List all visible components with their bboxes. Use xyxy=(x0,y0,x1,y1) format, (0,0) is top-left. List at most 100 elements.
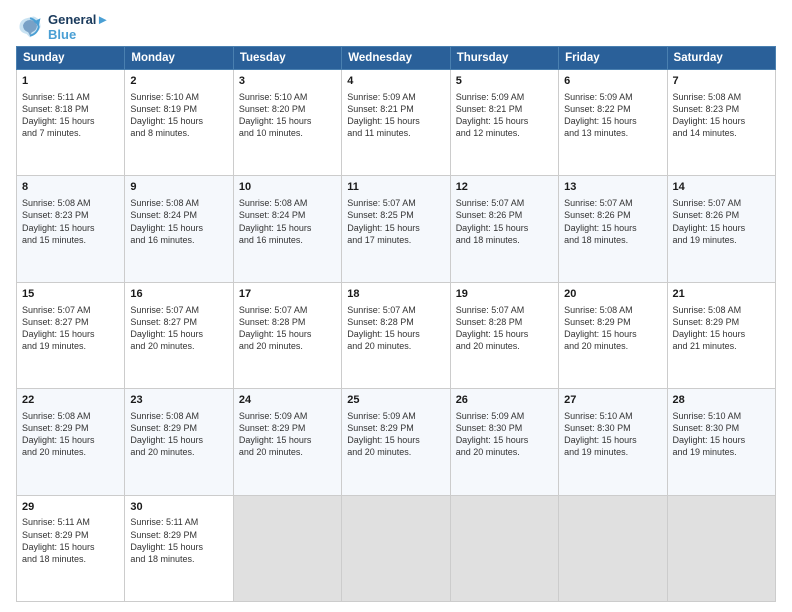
day-info-line: Sunset: 8:21 PM xyxy=(347,103,444,115)
day-info-line: Daylight: 15 hours xyxy=(564,222,661,234)
day-info-line: and 12 minutes. xyxy=(456,127,553,139)
day-info-line: Daylight: 15 hours xyxy=(564,434,661,446)
calendar-cell: 25Sunrise: 5:09 AMSunset: 8:29 PMDayligh… xyxy=(342,389,450,495)
day-info-line: and 21 minutes. xyxy=(673,340,770,352)
day-info-line: Sunrise: 5:08 AM xyxy=(130,197,227,209)
calendar-cell: 20Sunrise: 5:08 AMSunset: 8:29 PMDayligh… xyxy=(559,282,667,388)
day-info-line: Daylight: 15 hours xyxy=(673,434,770,446)
day-info-line: and 20 minutes. xyxy=(130,446,227,458)
day-info-line: Sunrise: 5:09 AM xyxy=(456,410,553,422)
day-info-line: Sunrise: 5:08 AM xyxy=(130,410,227,422)
day-number: 19 xyxy=(456,287,553,302)
day-info-line: Sunset: 8:28 PM xyxy=(347,316,444,328)
day-info-line: Sunset: 8:29 PM xyxy=(130,529,227,541)
day-number: 23 xyxy=(130,393,227,408)
calendar-cell: 10Sunrise: 5:08 AMSunset: 8:24 PMDayligh… xyxy=(233,176,341,282)
day-info-line: Daylight: 15 hours xyxy=(22,328,119,340)
day-number: 27 xyxy=(564,393,661,408)
day-info-line: Sunset: 8:22 PM xyxy=(564,103,661,115)
logo-text: General► Blue xyxy=(48,12,109,42)
day-info-line: Sunset: 8:29 PM xyxy=(564,316,661,328)
day-info-line: and 16 minutes. xyxy=(239,234,336,246)
calendar-day-header: Friday xyxy=(559,47,667,70)
calendar-cell: 1Sunrise: 5:11 AMSunset: 8:18 PMDaylight… xyxy=(17,70,125,176)
calendar-cell: 13Sunrise: 5:07 AMSunset: 8:26 PMDayligh… xyxy=(559,176,667,282)
day-number: 3 xyxy=(239,74,336,89)
day-info-line: Sunrise: 5:09 AM xyxy=(347,91,444,103)
day-number: 15 xyxy=(22,287,119,302)
day-info-line: Sunrise: 5:10 AM xyxy=(673,410,770,422)
day-info-line: Daylight: 15 hours xyxy=(456,328,553,340)
day-info-line: Sunrise: 5:07 AM xyxy=(456,197,553,209)
calendar-day-header: Tuesday xyxy=(233,47,341,70)
calendar-day-header: Saturday xyxy=(667,47,775,70)
day-info-line: and 15 minutes. xyxy=(22,234,119,246)
day-number: 30 xyxy=(130,500,227,515)
day-info-line: Daylight: 15 hours xyxy=(22,434,119,446)
calendar-cell: 6Sunrise: 5:09 AMSunset: 8:22 PMDaylight… xyxy=(559,70,667,176)
day-number: 20 xyxy=(564,287,661,302)
calendar-cell: 7Sunrise: 5:08 AMSunset: 8:23 PMDaylight… xyxy=(667,70,775,176)
day-info-line: and 19 minutes. xyxy=(564,446,661,458)
day-info-line: Sunrise: 5:07 AM xyxy=(456,304,553,316)
day-number: 2 xyxy=(130,74,227,89)
day-info-line: and 20 minutes. xyxy=(239,340,336,352)
day-info-line: and 20 minutes. xyxy=(564,340,661,352)
day-info-line: Sunset: 8:29 PM xyxy=(22,422,119,434)
day-number: 24 xyxy=(239,393,336,408)
day-info-line: and 20 minutes. xyxy=(130,340,227,352)
day-info-line: Daylight: 15 hours xyxy=(22,541,119,553)
day-info-line: Sunrise: 5:10 AM xyxy=(239,91,336,103)
day-info-line: Sunset: 8:18 PM xyxy=(22,103,119,115)
calendar-cell: 19Sunrise: 5:07 AMSunset: 8:28 PMDayligh… xyxy=(450,282,558,388)
day-info-line: and 16 minutes. xyxy=(130,234,227,246)
day-info-line: Daylight: 15 hours xyxy=(239,328,336,340)
calendar-day-header: Thursday xyxy=(450,47,558,70)
day-info-line: Sunrise: 5:07 AM xyxy=(347,304,444,316)
calendar-cell xyxy=(233,495,341,601)
day-info-line: and 18 minutes. xyxy=(130,553,227,565)
day-info-line: Sunset: 8:26 PM xyxy=(673,209,770,221)
calendar-day-header: Monday xyxy=(125,47,233,70)
calendar-header-row: SundayMondayTuesdayWednesdayThursdayFrid… xyxy=(17,47,776,70)
calendar-cell: 8Sunrise: 5:08 AMSunset: 8:23 PMDaylight… xyxy=(17,176,125,282)
day-info-line: Sunset: 8:30 PM xyxy=(456,422,553,434)
day-info-line: and 20 minutes. xyxy=(347,446,444,458)
day-info-line: and 20 minutes. xyxy=(22,446,119,458)
calendar-cell: 21Sunrise: 5:08 AMSunset: 8:29 PMDayligh… xyxy=(667,282,775,388)
day-number: 10 xyxy=(239,180,336,195)
day-info-line: and 19 minutes. xyxy=(673,234,770,246)
day-info-line: Sunset: 8:30 PM xyxy=(673,422,770,434)
day-info-line: Sunrise: 5:09 AM xyxy=(347,410,444,422)
day-info-line: Daylight: 15 hours xyxy=(239,222,336,234)
calendar-week-row: 15Sunrise: 5:07 AMSunset: 8:27 PMDayligh… xyxy=(17,282,776,388)
day-info-line: Sunset: 8:26 PM xyxy=(564,209,661,221)
day-info-line: Sunrise: 5:09 AM xyxy=(456,91,553,103)
day-info-line: Sunset: 8:27 PM xyxy=(22,316,119,328)
day-number: 9 xyxy=(130,180,227,195)
day-info-line: Sunset: 8:30 PM xyxy=(564,422,661,434)
day-info-line: Sunset: 8:29 PM xyxy=(673,316,770,328)
calendar-cell xyxy=(667,495,775,601)
day-info-line: Daylight: 15 hours xyxy=(130,541,227,553)
calendar-cell: 4Sunrise: 5:09 AMSunset: 8:21 PMDaylight… xyxy=(342,70,450,176)
calendar-day-header: Wednesday xyxy=(342,47,450,70)
day-info-line: Daylight: 15 hours xyxy=(673,115,770,127)
calendar-cell: 2Sunrise: 5:10 AMSunset: 8:19 PMDaylight… xyxy=(125,70,233,176)
calendar-cell: 23Sunrise: 5:08 AMSunset: 8:29 PMDayligh… xyxy=(125,389,233,495)
day-info-line: Daylight: 15 hours xyxy=(673,328,770,340)
calendar-week-row: 29Sunrise: 5:11 AMSunset: 8:29 PMDayligh… xyxy=(17,495,776,601)
day-info-line: Sunrise: 5:11 AM xyxy=(130,516,227,528)
day-info-line: and 8 minutes. xyxy=(130,127,227,139)
day-info-line: Sunset: 8:23 PM xyxy=(673,103,770,115)
day-info-line: Daylight: 15 hours xyxy=(456,115,553,127)
day-number: 18 xyxy=(347,287,444,302)
page: General► Blue SundayMondayTuesdayWednesd… xyxy=(0,0,792,612)
day-info-line: Sunset: 8:26 PM xyxy=(456,209,553,221)
calendar-cell: 28Sunrise: 5:10 AMSunset: 8:30 PMDayligh… xyxy=(667,389,775,495)
day-info-line: Sunset: 8:29 PM xyxy=(130,422,227,434)
logo: General► Blue xyxy=(16,12,109,42)
calendar-cell: 26Sunrise: 5:09 AMSunset: 8:30 PMDayligh… xyxy=(450,389,558,495)
calendar-cell: 17Sunrise: 5:07 AMSunset: 8:28 PMDayligh… xyxy=(233,282,341,388)
day-info-line: Sunrise: 5:10 AM xyxy=(130,91,227,103)
